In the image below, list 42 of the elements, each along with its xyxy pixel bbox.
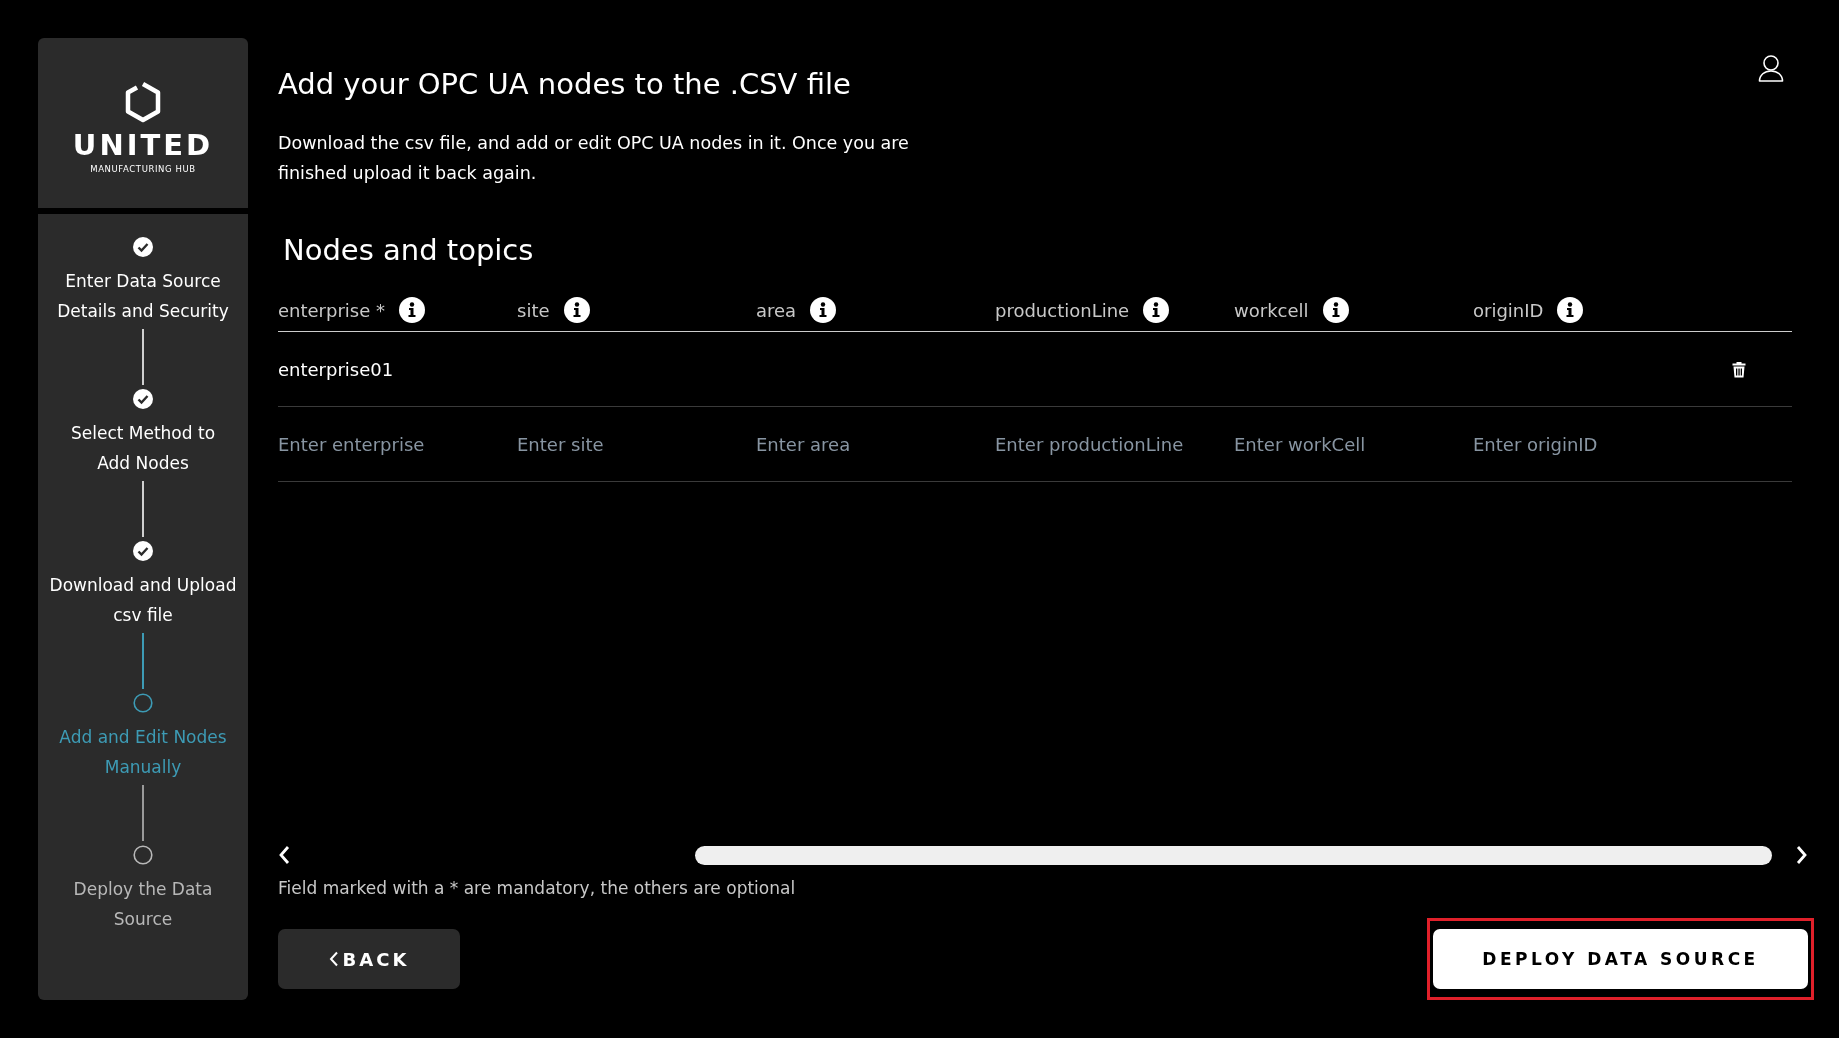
column-header: site <box>517 299 550 321</box>
info-icon[interactable] <box>399 297 425 324</box>
column-header: enterprise * <box>278 299 385 321</box>
table-input[interactable]: Enter area <box>756 433 986 455</box>
step-label: Enter Data Source Details and Security <box>56 270 230 323</box>
info-icon[interactable] <box>1557 297 1584 324</box>
column-header: originID <box>1473 299 1544 321</box>
chevron-icon <box>328 951 339 967</box>
column-header: area <box>756 299 797 321</box>
column-header: productionLine <box>995 299 1130 321</box>
scrollbar-thumb[interactable] <box>695 845 1772 865</box>
back-button[interactable]: BACK <box>278 929 460 989</box>
step-label: Download and Upload csv file <box>48 574 238 627</box>
table-input[interactable]: Enter enterprise <box>278 433 508 455</box>
logo-title: UNITED <box>72 130 214 160</box>
trash-icon <box>1732 360 1746 378</box>
hexagon-logo-icon <box>125 80 161 123</box>
table-input[interactable]: Enter productionLine <box>995 433 1225 455</box>
step-label: Add and Edit Nodes Manually <box>58 726 228 779</box>
mandatory-note: Field marked with a * are mandatory, the others are optional <box>278 878 797 898</box>
step-label: Select Method to Add Nodes <box>69 422 217 475</box>
deploy-button[interactable]: DEPLOY DATA SOURCE <box>1433 929 1808 989</box>
table-input[interactable]: Enter originID <box>1473 433 1703 455</box>
section-title: Nodes and topics <box>283 231 534 269</box>
logo-subtitle: MANUFACTURING HUB <box>90 163 196 174</box>
delete-button[interactable] <box>1732 360 1746 378</box>
chevron-icon <box>1794 845 1808 865</box>
info-icon[interactable] <box>563 297 590 324</box>
step-label: Deploy the Data Source <box>72 878 214 931</box>
scroll-left-button[interactable] <box>278 845 292 865</box>
info-icon[interactable] <box>1143 297 1170 324</box>
chevron-icon <box>278 845 292 865</box>
table-input[interactable]: Enter workCell <box>1234 433 1464 455</box>
page-description: Download the csv file, and add or edit OPC UA nodes in it. Once you are finished upload it back again. <box>278 131 910 185</box>
table-input[interactable]: enterprise01 <box>278 358 508 380</box>
info-icon[interactable] <box>1322 297 1349 324</box>
info-icon[interactable] <box>810 297 837 324</box>
column-header: workcell <box>1234 299 1309 321</box>
scroll-right-button[interactable] <box>1794 845 1808 865</box>
user-icon[interactable] <box>1758 54 1784 82</box>
table-input[interactable]: Enter site <box>517 433 747 455</box>
page-title: Add your OPC UA nodes to the .CSV file <box>278 66 851 103</box>
